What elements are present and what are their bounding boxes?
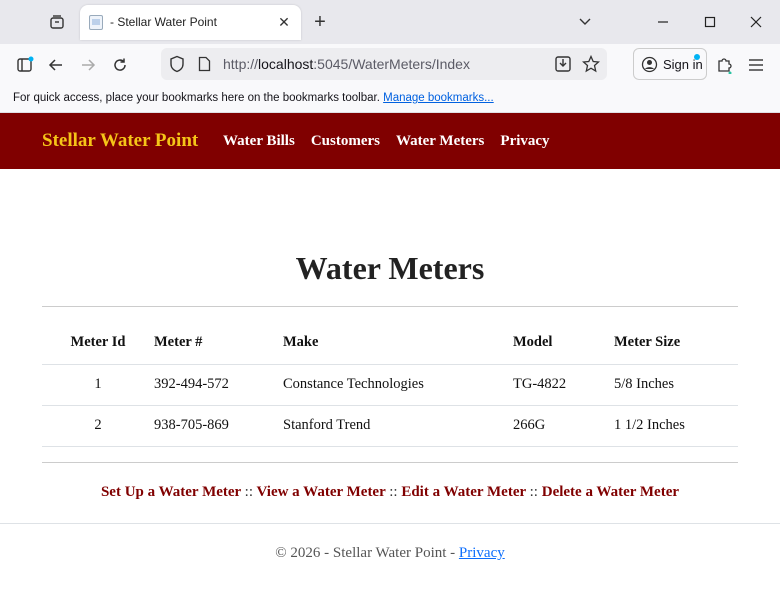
delete-water-meter-link[interactable]: Delete a Water Meter xyxy=(542,484,679,500)
site-footer: © 2026 - Stellar Water Point - Privacy xyxy=(0,545,780,562)
site-brand-link[interactable]: Stellar Water Point xyxy=(42,130,198,152)
column-header-make: Make xyxy=(283,322,513,365)
nav-customers[interactable]: Customers xyxy=(311,133,380,150)
notification-dot xyxy=(694,54,700,60)
column-header-meter-size: Meter Size xyxy=(614,322,738,365)
reload-icon[interactable] xyxy=(107,52,133,78)
close-tab-icon[interactable]: ✕ xyxy=(274,12,294,32)
account-icon xyxy=(641,56,658,78)
sidebar-toggle-icon[interactable] xyxy=(12,52,38,78)
view-water-meter-link[interactable]: View a Water Meter xyxy=(257,484,386,500)
page-favicon-icon xyxy=(89,15,103,30)
nav-privacy[interactable]: Privacy xyxy=(500,133,549,150)
tracking-protection-shield-icon[interactable] xyxy=(169,55,185,78)
cell-meter-number: 392-494-572 xyxy=(154,364,283,406)
set-up-water-meter-link[interactable]: Set Up a Water Meter xyxy=(101,484,241,500)
cell-meter-size: 5/8 Inches xyxy=(614,364,738,406)
cell-make: Stanford Trend xyxy=(283,405,513,447)
title-divider xyxy=(42,306,738,307)
browser-tab-active[interactable]: - Stellar Water Point ✕ xyxy=(80,5,301,40)
manage-bookmarks-link[interactable]: Manage bookmarks... xyxy=(383,92,494,104)
page-title: Water Meters xyxy=(295,250,485,286)
footer-divider xyxy=(0,523,780,524)
minimize-window-icon[interactable] xyxy=(648,9,678,35)
column-header-meter-number: Meter # xyxy=(154,322,283,365)
url-text[interactable]: http://localhost:5045/WaterMeters/Index xyxy=(223,56,470,72)
extensions-puzzle-icon[interactable] xyxy=(712,52,738,78)
forward-arrow-icon[interactable] xyxy=(75,52,101,78)
cell-meter-id: 2 xyxy=(42,405,154,447)
browser-tab-strip: - Stellar Water Point ✕ + xyxy=(0,0,780,44)
edit-water-meter-link[interactable]: Edit a Water Meter xyxy=(401,484,526,500)
maximize-window-icon[interactable] xyxy=(695,9,725,35)
save-to-pocket-download-icon[interactable] xyxy=(554,55,572,78)
column-header-meter-id: Meter Id xyxy=(42,322,154,365)
action-separator: :: xyxy=(529,484,538,500)
cell-make: Constance Technologies xyxy=(283,364,513,406)
nav-water-meters[interactable]: Water Meters xyxy=(396,133,484,150)
action-separator: :: xyxy=(244,484,254,500)
hamburger-menu-icon[interactable] xyxy=(743,52,769,78)
cell-model: TG-4822 xyxy=(513,364,614,406)
tab-overview-icon[interactable] xyxy=(45,10,69,34)
column-header-model: Model xyxy=(513,322,614,365)
footer-privacy-link[interactable]: Privacy xyxy=(459,545,505,561)
bookmarks-toolbar: For quick access, place your bookmarks h… xyxy=(0,85,780,113)
address-bar[interactable]: http://localhost:5045/WaterMeters/Index xyxy=(161,48,607,80)
cell-meter-size: 1 1/2 Inches xyxy=(614,405,738,447)
cell-meter-id: 1 xyxy=(42,364,154,406)
table-header-row: Meter Id Meter # Make Model Meter Size xyxy=(42,322,738,365)
table-row: 2 938-705-869 Stanford Trend 266G 1 1/2 … xyxy=(42,405,738,447)
close-window-icon[interactable] xyxy=(741,9,771,35)
cell-meter-number: 938-705-869 xyxy=(154,405,283,447)
site-header: Stellar Water Point Water Bills Customer… xyxy=(0,113,780,169)
meter-actions: Set Up a Water Meter :: View a Water Met… xyxy=(0,484,780,501)
tab-title: - Stellar Water Point xyxy=(110,15,217,29)
nav-water-bills[interactable]: Water Bills xyxy=(223,133,295,150)
cell-model: 266G xyxy=(513,405,614,447)
action-separator: :: xyxy=(389,484,398,500)
water-meters-table: Meter Id Meter # Make Model Meter Size 1… xyxy=(42,322,738,447)
sign-in-button[interactable]: Sign in xyxy=(633,48,707,80)
back-arrow-icon[interactable] xyxy=(43,52,69,78)
table-row: 1 392-494-572 Constance Technologies TG-… xyxy=(42,364,738,406)
bookmarks-message: For quick access, place your bookmarks h… xyxy=(13,92,494,104)
bookmark-star-icon[interactable] xyxy=(581,54,601,78)
new-tab-icon[interactable]: + xyxy=(308,9,332,35)
list-all-tabs-chevron-icon[interactable] xyxy=(570,9,600,35)
page-info-document-icon[interactable] xyxy=(198,56,211,77)
actions-divider xyxy=(42,462,738,463)
site-navigation: Water Bills Customers Water Meters Priva… xyxy=(223,133,550,150)
footer-copyright: © 2026 - Stellar Water Point - xyxy=(275,545,456,561)
